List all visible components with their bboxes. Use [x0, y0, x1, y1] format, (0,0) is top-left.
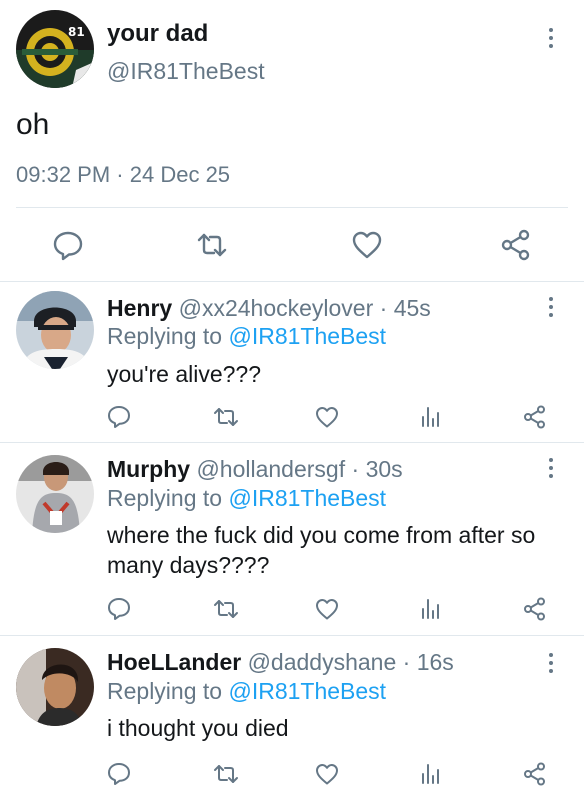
share-icon[interactable]	[499, 228, 533, 262]
meta-separator: ·	[116, 162, 124, 187]
tweet-date: 24 Dec 25	[129, 162, 231, 187]
analytics-icon[interactable]	[418, 596, 444, 622]
reply-header: Henry @xx24hockeylover · 45s	[107, 295, 431, 322]
meta-separator: ·	[402, 649, 411, 675]
reply-time: 16s	[416, 649, 454, 675]
more-icon[interactable]	[541, 453, 561, 483]
main-tweet: 81 your dad @IR81TheBest oh 09:32 PM · 2…	[0, 0, 584, 282]
share-icon[interactable]	[522, 761, 548, 787]
meta-separator: ·	[379, 295, 388, 321]
avatar[interactable]	[16, 291, 94, 369]
replying-to-link[interactable]: @IR81TheBest	[228, 485, 386, 511]
reply-icon[interactable]	[106, 761, 132, 787]
svg-text:81: 81	[68, 25, 85, 39]
avatar[interactable]	[16, 455, 94, 533]
replying-to-label: Replying to	[107, 678, 223, 704]
analytics-icon[interactable]	[418, 404, 444, 430]
user-handle[interactable]: @hollandersgf	[196, 456, 345, 482]
retweet-icon[interactable]	[195, 228, 229, 262]
reply-icon[interactable]	[106, 596, 132, 622]
user-handle[interactable]: @daddyshane	[248, 649, 397, 675]
user-handle[interactable]: @IR81TheBest	[107, 58, 265, 85]
replying-to: Replying to @IR81TheBest	[107, 323, 386, 350]
reply-time: 30s	[365, 456, 403, 482]
reply-header: Murphy @hollandersgf · 30s	[107, 456, 403, 483]
reply-tweet[interactable]: Henry @xx24hockeylover · 45s Replying to…	[0, 282, 584, 442]
replying-to-label: Replying to	[107, 485, 223, 511]
more-icon[interactable]	[541, 23, 561, 53]
replying-to: Replying to @IR81TheBest	[107, 485, 386, 512]
display-name[interactable]: Henry	[107, 295, 172, 321]
reply-text: i thought you died	[107, 715, 289, 741]
replying-to: Replying to @IR81TheBest	[107, 678, 386, 705]
retweet-icon[interactable]	[213, 404, 239, 430]
reply-text: where the fuck did you come from after s…	[107, 522, 536, 578]
divider	[16, 207, 568, 208]
reply-time: 45s	[393, 295, 431, 321]
reply-icon[interactable]	[106, 404, 132, 430]
avatar[interactable]: 81	[16, 10, 94, 88]
reply-tweet[interactable]: Murphy @hollandersgf · 30s Replying to @…	[0, 443, 584, 635]
like-icon[interactable]	[314, 404, 340, 430]
replying-to-link[interactable]: @IR81TheBest	[228, 678, 386, 704]
share-icon[interactable]	[522, 404, 548, 430]
display-name[interactable]: Murphy	[107, 456, 190, 482]
like-icon[interactable]	[350, 228, 384, 262]
tweet-actions	[0, 222, 584, 266]
avatar[interactable]	[16, 648, 94, 726]
user-handle[interactable]: @xx24hockeylover	[179, 295, 374, 321]
retweet-icon[interactable]	[213, 596, 239, 622]
retweet-icon[interactable]	[213, 761, 239, 787]
like-icon[interactable]	[314, 596, 340, 622]
replying-to-label: Replying to	[107, 323, 223, 349]
reply-text: you're alive???	[107, 361, 261, 387]
more-icon[interactable]	[541, 648, 561, 678]
like-icon[interactable]	[314, 761, 340, 787]
analytics-icon[interactable]	[418, 761, 444, 787]
tweet-time: 09:32 PM	[16, 162, 111, 187]
display-name[interactable]: your dad	[107, 20, 208, 48]
display-name[interactable]: HoeLLander	[107, 649, 241, 675]
replying-to-link[interactable]: @IR81TheBest	[228, 323, 386, 349]
tweet-timestamp: 09:32 PM · 24 Dec 25	[16, 162, 230, 188]
reply-tweet[interactable]: HoeLLander @daddyshane · 16s Replying to…	[0, 636, 584, 800]
share-icon[interactable]	[522, 596, 548, 622]
reply-icon[interactable]	[51, 228, 85, 262]
more-icon[interactable]	[541, 292, 561, 322]
tweet-text: oh	[16, 108, 50, 141]
meta-separator: ·	[351, 456, 360, 482]
reply-header: HoeLLander @daddyshane · 16s	[107, 649, 454, 676]
